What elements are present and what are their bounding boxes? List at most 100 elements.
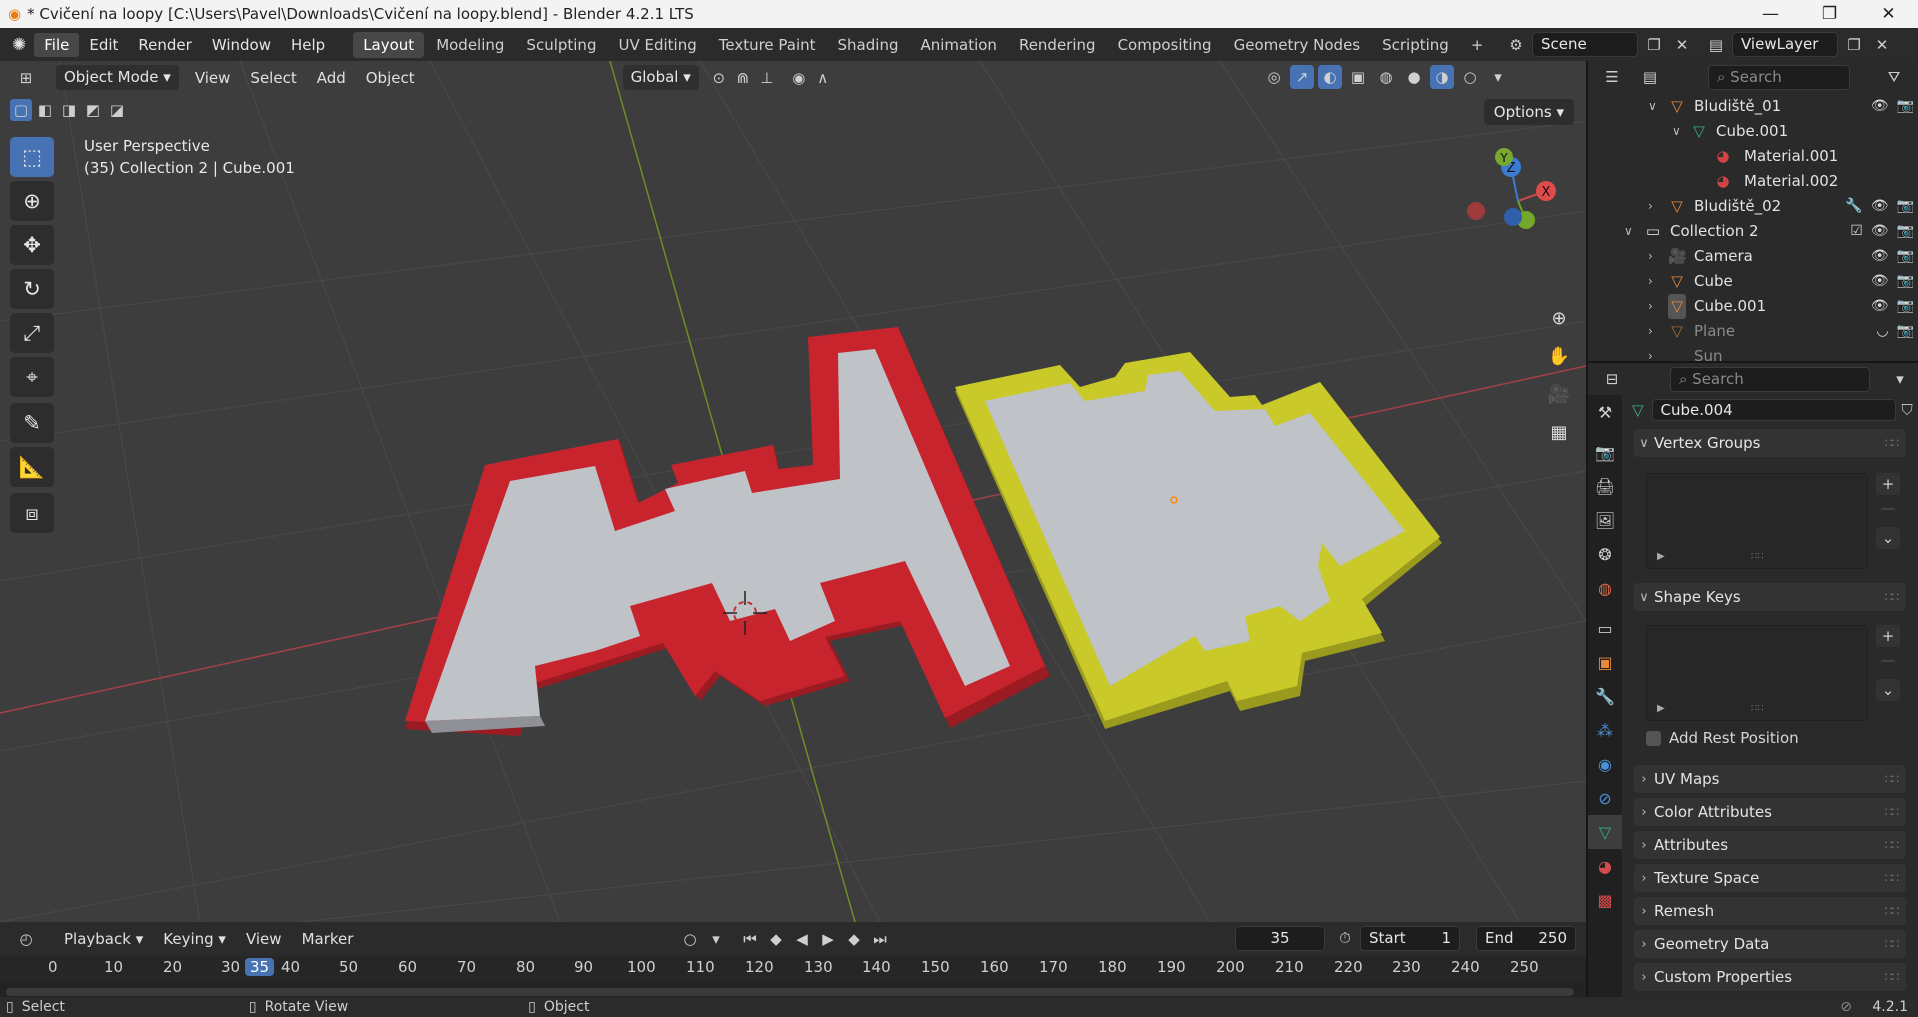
physics-tab-icon[interactable]: ◉ xyxy=(1588,747,1622,781)
outliner-item-bludiste-01[interactable]: ∨ ▽ Bludiště_01 👁 📷 xyxy=(1588,94,1918,119)
select-new-icon[interactable]: ▢ xyxy=(10,99,32,121)
zoom-icon[interactable]: ⊕ xyxy=(1542,301,1576,335)
render-tab-icon[interactable]: 📷 xyxy=(1588,435,1622,469)
camera-icon[interactable]: 📷 xyxy=(1897,94,1914,119)
color-attributes-panel-header[interactable]: › Color Attributes ∷∷ xyxy=(1634,798,1906,826)
jump-end-icon[interactable]: ⏭ xyxy=(868,927,892,951)
expand-icon[interactable]: › xyxy=(1648,294,1653,319)
drag-grip-icon[interactable]: ∷∷ xyxy=(1885,904,1899,918)
shading-options-icon[interactable]: ▾ xyxy=(1486,65,1510,89)
vertex-group-specials-button[interactable]: ⌄ xyxy=(1876,527,1900,549)
falloff-icon[interactable]: ∧ xyxy=(811,66,835,90)
constraints-tab-icon[interactable]: ⊘ xyxy=(1588,781,1622,815)
outliner-item-bludiste-02[interactable]: › ▽ Bludiště_02 🔧 👁 📷 xyxy=(1588,194,1918,219)
scale-tool[interactable]: ⤢ xyxy=(10,313,54,353)
gizmo-neg-z[interactable] xyxy=(1504,208,1522,226)
texture-tab-icon[interactable]: ▩ xyxy=(1588,883,1622,917)
list-resize-grip-icon[interactable]: ∷∷ xyxy=(1751,551,1764,562)
scene-tab-icon[interactable]: ❂ xyxy=(1588,537,1622,571)
measure-tool[interactable]: 📐 xyxy=(10,447,54,487)
tab-uv-editing[interactable]: UV Editing xyxy=(608,32,706,58)
close-button[interactable]: ✕ xyxy=(1859,0,1918,28)
outliner-item-cube[interactable]: › ▽ Cube 👁 📷 xyxy=(1588,269,1918,294)
wireframe-shading-icon[interactable]: ◍ xyxy=(1374,65,1398,89)
snap-icon[interactable]: ⋒ xyxy=(731,66,755,90)
add-rest-position-checkbox[interactable] xyxy=(1646,730,1661,746)
orientation-dropdown[interactable]: Global ▾ xyxy=(622,65,699,90)
tab-layout[interactable]: Layout xyxy=(353,31,425,58)
datablock-name-field[interactable]: Cube.004 xyxy=(1651,399,1896,421)
properties-editor-icon[interactable]: ⊟ xyxy=(1600,367,1624,391)
drag-grip-icon[interactable]: ∷∷ xyxy=(1885,838,1899,852)
expand-icon[interactable]: › xyxy=(1648,269,1653,294)
ortho-grid-icon[interactable]: ▦ xyxy=(1542,415,1576,449)
minimize-button[interactable]: — xyxy=(1741,0,1800,28)
filter-icon[interactable]: ⛛ xyxy=(1882,65,1906,89)
add-workspace-button[interactable]: + xyxy=(1461,32,1494,58)
timeline-menu-view[interactable]: View xyxy=(236,926,292,952)
object-tab-icon[interactable]: ▣ xyxy=(1588,645,1622,679)
vertex-groups-panel-header[interactable]: ∨ Vertex Groups ∷∷ xyxy=(1634,429,1906,457)
remove-vertex-group-button[interactable]: — xyxy=(1876,497,1900,519)
expand-icon[interactable]: › xyxy=(1648,244,1653,269)
play-icon[interactable]: ▶ xyxy=(816,927,840,951)
autokey-icon[interactable]: ○ xyxy=(678,927,702,951)
output-tab-icon[interactable]: 🖨 xyxy=(1588,469,1622,503)
pan-hand-icon[interactable]: ✋ xyxy=(1542,339,1576,373)
shape-keys-panel-header[interactable]: ∨ Shape Keys ∷∷ xyxy=(1634,583,1906,611)
material-tab-icon[interactable]: ◕ xyxy=(1588,849,1622,883)
expand-icon[interactable]: › xyxy=(1648,344,1653,361)
list-expand-icon[interactable]: ▶ xyxy=(1657,703,1665,714)
menu-edit[interactable]: Edit xyxy=(79,33,128,57)
camera-icon[interactable]: 📷 xyxy=(1897,219,1914,244)
expand-icon[interactable]: › xyxy=(1648,194,1653,219)
tab-shading[interactable]: Shading xyxy=(828,32,909,58)
gizmo-toggle-icon[interactable]: ↗ xyxy=(1290,65,1314,89)
eye-icon[interactable]: 👁 xyxy=(1871,269,1889,294)
viewport-menu-view[interactable]: View xyxy=(185,65,241,91)
view-layer-tab-icon[interactable]: 🖼 xyxy=(1588,503,1622,537)
eye-icon[interactable]: 👁 xyxy=(1871,244,1889,269)
tab-modeling[interactable]: Modeling xyxy=(426,32,514,58)
timeline-menu-keying[interactable]: Keying ▾ xyxy=(153,926,236,952)
outliner-item-cube-001-mesh[interactable]: ∨ ▽ Cube.001 xyxy=(1588,119,1918,144)
drag-grip-icon[interactable]: ∷∷ xyxy=(1885,805,1899,819)
scene-field[interactable]: Scene xyxy=(1532,32,1638,57)
modifier-tab-icon[interactable]: 🔧 xyxy=(1588,679,1622,713)
collapse-icon[interactable]: ∨ xyxy=(1672,119,1681,144)
prev-keyframe-icon[interactable]: ◆ xyxy=(764,927,788,951)
list-expand-icon[interactable]: ▶ xyxy=(1657,551,1665,562)
red-maze-object[interactable] xyxy=(405,327,1050,736)
menu-window[interactable]: Window xyxy=(202,33,281,57)
new-scene-icon[interactable]: ❐ xyxy=(1642,33,1666,57)
collapse-icon[interactable]: ∨ xyxy=(1624,219,1633,244)
outliner-search-field[interactable]: ⌕ Search xyxy=(1708,65,1850,90)
data-tab-icon[interactable]: ▽ xyxy=(1588,815,1622,849)
particles-tab-icon[interactable]: ⁂ xyxy=(1588,713,1622,747)
checkbox-icon[interactable]: ☑ xyxy=(1850,219,1863,244)
delete-scene-icon[interactable]: ✕ xyxy=(1670,33,1694,57)
jump-start-icon[interactable]: ⏮ xyxy=(738,927,762,951)
playhead-frame[interactable]: 35 xyxy=(245,958,275,976)
drag-grip-icon[interactable]: ∷∷ xyxy=(1885,970,1899,984)
menu-render[interactable]: Render xyxy=(128,33,201,57)
pivot-icon[interactable]: ⊙ xyxy=(707,66,731,90)
fake-user-shield-icon[interactable]: ⛉ xyxy=(1902,401,1913,419)
drag-grip-icon[interactable]: ∷∷ xyxy=(1885,937,1899,951)
navigation-gizmo[interactable]: X Z Y xyxy=(1446,141,1586,281)
outliner-item-material-001[interactable]: ◕ Material.001 xyxy=(1588,144,1918,169)
transform-tool[interactable]: ⌖ xyxy=(10,357,54,397)
drag-grip-icon[interactable]: ∷∷ xyxy=(1885,871,1899,885)
scene-icon[interactable]: ⚙ xyxy=(1504,33,1528,57)
camera-icon[interactable]: 📷 xyxy=(1897,194,1914,219)
viewport-menu-object[interactable]: Object xyxy=(356,65,425,91)
outliner-item-collection-2[interactable]: ∨ ▭ Collection 2 ☑ 👁 📷 xyxy=(1588,219,1918,244)
rendered-shading-icon[interactable]: ○ xyxy=(1458,65,1482,89)
timeline-menu-marker[interactable]: Marker xyxy=(292,926,364,952)
rotate-tool[interactable]: ↻ xyxy=(10,269,54,309)
editor-type-icon[interactable]: ⊞ xyxy=(14,66,38,90)
outliner-item-material-002[interactable]: ◕ Material.002 xyxy=(1588,169,1918,194)
cursor-tool[interactable]: ⊕ xyxy=(10,181,54,221)
move-tool[interactable]: ✥ xyxy=(10,225,54,265)
properties-search-field[interactable]: ⌕ Search xyxy=(1670,367,1870,392)
